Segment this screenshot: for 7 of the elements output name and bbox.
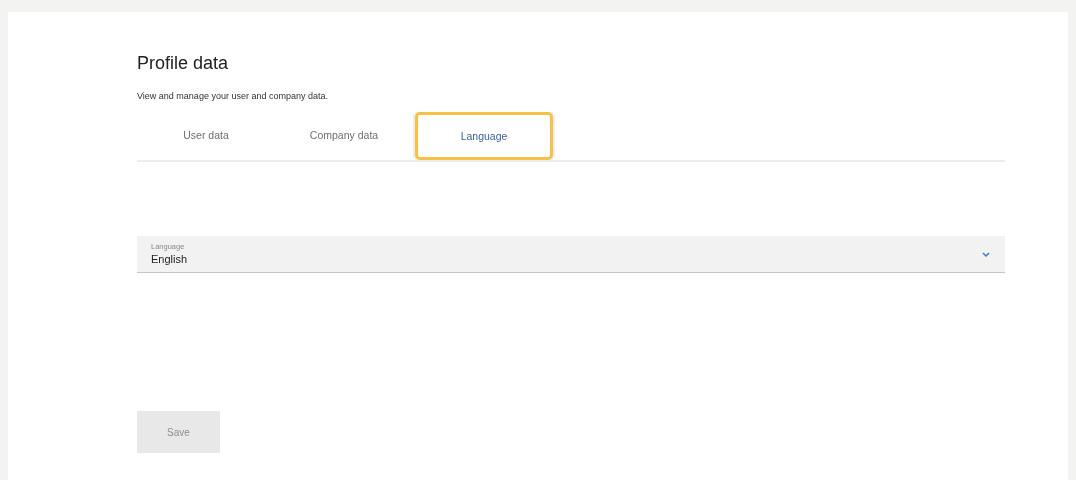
field-value: English	[151, 252, 189, 266]
tab[interactable]: Company data	[275, 110, 413, 160]
tab[interactable]: Language	[415, 112, 553, 160]
chevron-down-icon	[981, 250, 991, 258]
tab[interactable]: User data	[137, 110, 275, 160]
page-description: View and manage your user and company data.	[137, 91, 329, 101]
page-title: Profile data	[137, 53, 230, 74]
